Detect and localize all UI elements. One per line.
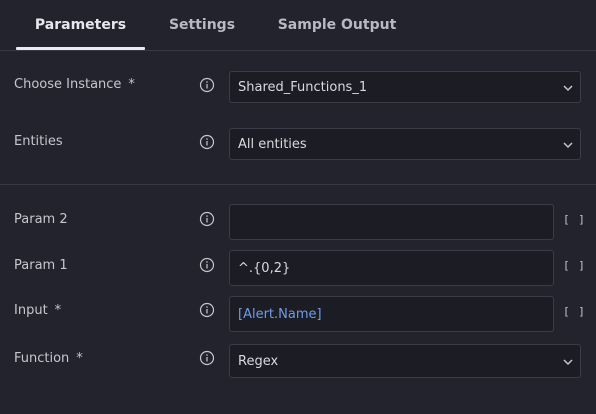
param1-value: ^.{0,2} — [238, 261, 291, 276]
entities-label-text: Entities — [14, 134, 63, 149]
tab-parameters[interactable]: Parameters — [16, 0, 145, 50]
section-divider — [0, 184, 596, 185]
parameters-panel: Parameters Settings Sample Output Choose… — [0, 0, 596, 414]
info-icon[interactable] — [199, 302, 215, 318]
required-asterisk: * — [76, 351, 83, 366]
input-placeholder-picker[interactable]: [ ] — [563, 305, 586, 318]
required-asterisk: * — [128, 77, 135, 92]
param1-input[interactable]: ^.{0,2} — [229, 250, 554, 286]
param1-placeholder-picker[interactable]: [ ] — [563, 259, 586, 272]
choose-instance-label: Choose Instance * — [14, 77, 135, 92]
chevron-down-icon — [563, 142, 573, 149]
input-label: Input * — [14, 303, 61, 318]
function-value: Regex — [238, 354, 279, 369]
info-icon[interactable] — [199, 77, 215, 93]
entities-select[interactable]: All entities — [229, 128, 581, 160]
info-icon[interactable] — [199, 134, 215, 150]
required-asterisk: * — [54, 303, 62, 318]
tab-settings[interactable]: Settings — [158, 0, 246, 50]
function-label: Function * — [14, 351, 83, 366]
input-label-text: Input — [14, 303, 48, 318]
info-icon[interactable] — [199, 211, 215, 227]
param2-input[interactable] — [229, 204, 554, 240]
info-icon[interactable] — [199, 257, 215, 273]
param2-label-text: Param 2 — [14, 212, 68, 227]
choose-instance-value: Shared_Functions_1 — [238, 80, 368, 95]
chevron-down-icon — [563, 359, 573, 366]
param2-placeholder-picker[interactable]: [ ] — [563, 213, 586, 226]
input-placeholder-token: [Alert.Name] — [238, 307, 322, 322]
entities-value: All entities — [238, 137, 307, 152]
active-tab-indicator — [16, 47, 145, 50]
function-label-text: Function — [14, 351, 70, 366]
chevron-down-icon — [563, 85, 573, 92]
param2-label: Param 2 — [14, 212, 68, 227]
input-field[interactable]: [Alert.Name] — [229, 296, 554, 332]
param1-label: Param 1 — [14, 258, 68, 273]
function-select[interactable]: Regex — [229, 344, 581, 378]
info-icon[interactable] — [199, 350, 215, 366]
param1-label-text: Param 1 — [14, 258, 68, 273]
choose-instance-select[interactable]: Shared_Functions_1 — [229, 71, 581, 103]
tab-sample-output[interactable]: Sample Output — [268, 0, 406, 50]
choose-instance-label-text: Choose Instance — [14, 77, 122, 92]
tab-bar: Parameters Settings Sample Output — [0, 0, 596, 51]
entities-label: Entities — [14, 134, 63, 149]
